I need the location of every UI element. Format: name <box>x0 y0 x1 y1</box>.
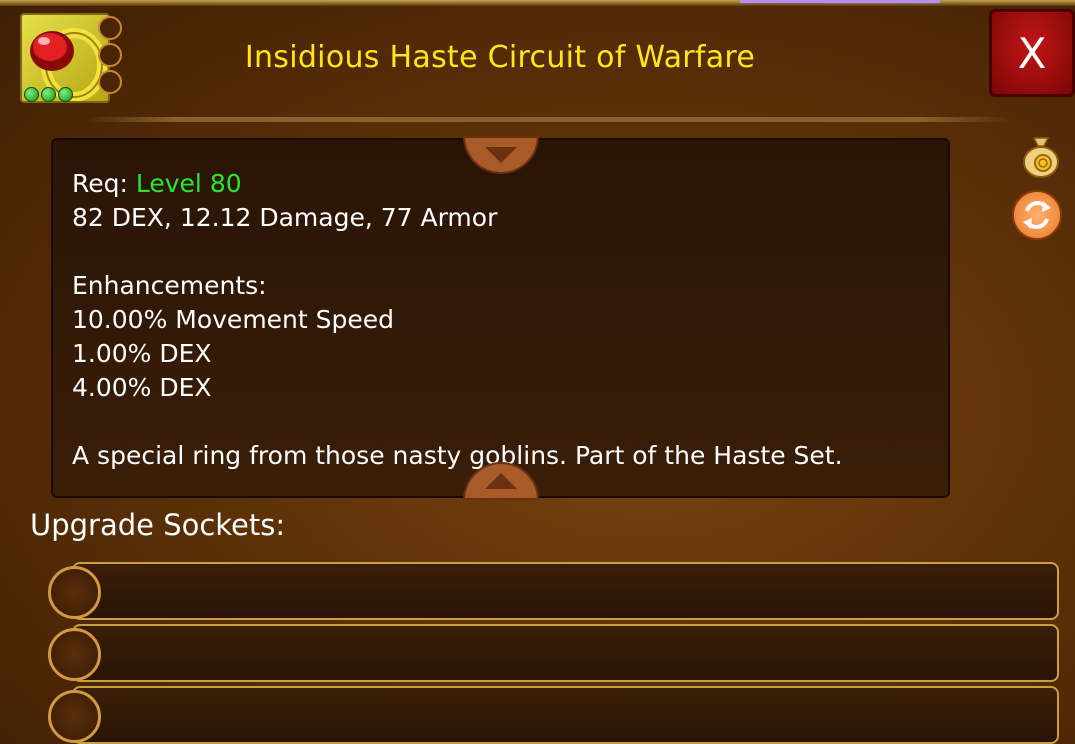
upgrade-sockets-label: Upgrade Sockets: <box>30 508 286 542</box>
quality-dot <box>41 87 56 102</box>
enhancement-item: 1.00% DEX <box>72 339 212 368</box>
socket-slot[interactable] <box>48 690 101 743</box>
stats-line: 82 DEX, 12.12 Damage, 77 Armor <box>72 203 498 232</box>
gem-slot <box>98 43 122 67</box>
arrow-up-icon <box>485 473 517 489</box>
upgrade-socket-row[interactable] <box>72 624 1059 682</box>
upgrade-socket-row[interactable] <box>72 562 1059 620</box>
window-accent <box>740 0 940 3</box>
gem-slot <box>98 16 122 40</box>
socket-slot[interactable] <box>48 566 101 619</box>
quality-dot <box>24 87 39 102</box>
close-button[interactable]: X <box>989 9 1075 97</box>
enhancements-label: Enhancements: <box>72 271 267 300</box>
quality-dot <box>58 87 73 102</box>
requirement-line: Req: Level 80 <box>72 169 242 198</box>
swap-button[interactable] <box>1012 190 1062 240</box>
gem-slot <box>98 70 122 94</box>
req-label: Req: <box>72 169 128 198</box>
enhancement-item: 4.00% DEX <box>72 373 212 402</box>
flavor-text: A special ring from those nasty goblins.… <box>72 441 843 470</box>
socket-slot[interactable] <box>48 628 101 681</box>
req-level: Level 80 <box>135 169 242 198</box>
enhancement-item: 10.00% Movement Speed <box>72 305 395 334</box>
item-title: Insidious Haste Circuit of Warfare <box>244 40 756 75</box>
title-divider <box>84 117 1012 122</box>
arrow-down-icon <box>485 147 517 163</box>
upgrade-socket-row[interactable] <box>72 686 1059 744</box>
refresh-icon <box>1023 201 1051 229</box>
gem-slots <box>98 16 126 97</box>
quality-dots <box>24 87 73 102</box>
gold-bag-icon <box>1023 137 1059 178</box>
sell-button[interactable] <box>1016 130 1066 180</box>
